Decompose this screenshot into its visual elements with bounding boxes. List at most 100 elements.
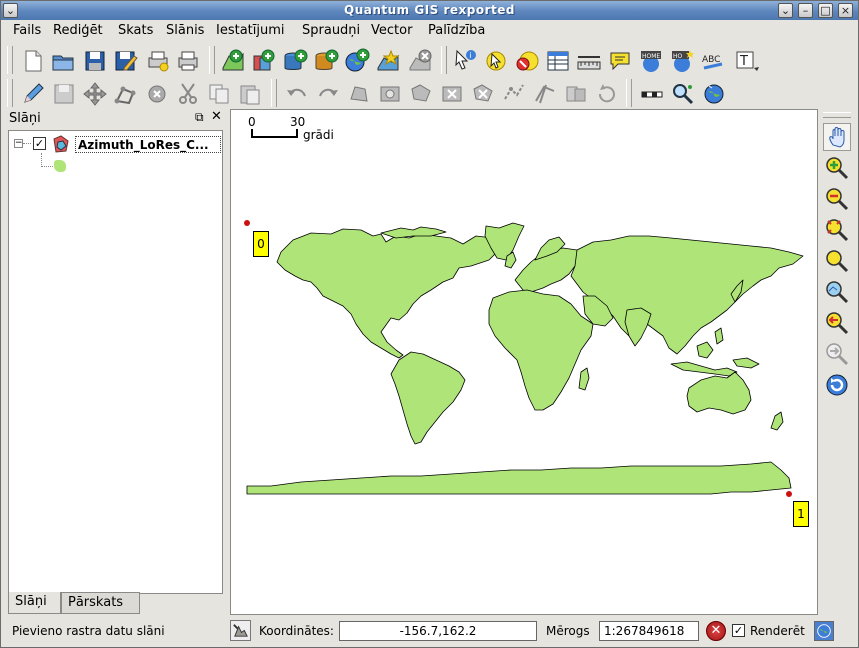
render-checkbox[interactable]: ✓: [732, 624, 745, 637]
menu-slanis[interactable]: Slānis: [166, 23, 204, 38]
capture-coords-icon[interactable]: [230, 620, 251, 641]
redo-icon[interactable]: [314, 80, 342, 108]
toolbar-grip[interactable]: [209, 46, 215, 74]
snapping-tool-icon[interactable]: [669, 80, 697, 108]
attribute-table-icon[interactable]: [544, 47, 572, 75]
zoom-in-icon[interactable]: [823, 154, 851, 182]
text-annotation-icon[interactable]: T: [733, 47, 761, 75]
collapse-toggle-icon[interactable]: −: [14, 139, 23, 148]
close-panel-icon[interactable]: ✕: [211, 109, 222, 124]
scale-field[interactable]: 1:267849618: [599, 621, 699, 641]
toolbar-grip[interactable]: [823, 112, 851, 118]
panel-tab-bar: Slāņi Pārskats: [8, 592, 223, 616]
add-vector-layer-icon[interactable]: [219, 47, 247, 75]
print-icon[interactable]: [174, 47, 202, 75]
add-part-icon[interactable]: [407, 80, 435, 108]
status-bar: Pievieno rastra datu slāni Koordinātes: …: [1, 618, 858, 647]
menu-skats[interactable]: Skats: [118, 23, 153, 38]
tree-connector: [41, 166, 53, 167]
pan-icon[interactable]: [823, 123, 851, 151]
toolbar-grip[interactable]: [441, 46, 447, 74]
coords-field[interactable]: -156.7,162.2: [339, 621, 537, 641]
antarctica: [246, 461, 792, 495]
asia: [570, 235, 804, 355]
select-features-icon[interactable]: [482, 47, 510, 75]
measure-line-icon[interactable]: [575, 47, 603, 75]
delete-selected-icon[interactable]: [143, 80, 171, 108]
cut-features-icon[interactable]: [174, 80, 202, 108]
identify-icon[interactable]: i: [451, 47, 479, 75]
map-tips-icon[interactable]: [606, 47, 634, 75]
close-button[interactable]: ×: [838, 3, 853, 18]
tab-slani[interactable]: Slāņi: [8, 592, 61, 614]
new-vector-layer-icon[interactable]: [374, 47, 402, 75]
move-feature-icon[interactable]: [81, 80, 109, 108]
toolbar-grip[interactable]: [626, 79, 632, 107]
map-canvas[interactable]: 0 30 grādi 0 1: [230, 109, 818, 615]
menu-spraudni[interactable]: Spraudņi: [302, 23, 360, 38]
home-icon[interactable]: HOME: [637, 47, 665, 75]
add-raster-layer-icon[interactable]: [250, 47, 278, 75]
refresh-icon[interactable]: [823, 371, 851, 399]
delete-ring-icon[interactable]: [438, 80, 466, 108]
projection-icon[interactable]: [814, 621, 834, 641]
label-abc-icon[interactable]: ABC: [699, 47, 727, 75]
madagascar: [578, 367, 590, 391]
add-ring-icon[interactable]: [376, 80, 404, 108]
save-as-icon[interactable]: [111, 47, 139, 75]
rotate-label-icon[interactable]: [593, 80, 621, 108]
minimize-button[interactable]: ⌄: [778, 3, 793, 18]
undo-icon[interactable]: [283, 80, 311, 108]
new-project-icon[interactable]: [19, 47, 47, 75]
split-features-icon[interactable]: [531, 80, 559, 108]
print-composer-icon[interactable]: [144, 47, 172, 75]
tab-parskats[interactable]: Pārskats: [61, 592, 140, 614]
merge-features-icon[interactable]: [562, 80, 590, 108]
menu-fails[interactable]: Fails: [13, 23, 41, 38]
georeference-icon[interactable]: [700, 80, 728, 108]
float-panel-icon[interactable]: ⧉: [195, 110, 204, 125]
add-wms-layer-icon[interactable]: [343, 47, 371, 75]
delete-part-icon[interactable]: [469, 80, 497, 108]
help-button[interactable]: –: [798, 3, 813, 18]
toolbar-grip[interactable]: [7, 79, 13, 107]
coords-label: Koordinātes:: [259, 624, 334, 638]
toolbar-grip[interactable]: [7, 46, 13, 74]
toolbar-grip[interactable]: [271, 79, 277, 107]
stop-render-icon[interactable]: ✕: [706, 621, 726, 641]
paste-features-icon[interactable]: [236, 80, 264, 108]
world-map: [246, 222, 804, 495]
node-tool-icon[interactable]: [112, 80, 140, 108]
layer-visibility-checkbox[interactable]: ✓: [33, 137, 46, 150]
home-new-icon[interactable]: HO: [668, 47, 696, 75]
window-title: Quantum GIS rexported: [344, 3, 515, 17]
menu-palidziba[interactable]: Palīdzība: [428, 23, 485, 38]
toggle-editing-icon[interactable]: [19, 80, 47, 108]
reshape-feature-icon[interactable]: [500, 80, 528, 108]
add-spatialite-layer-icon[interactable]: [312, 47, 340, 75]
layer-symbol-swatch: [54, 160, 66, 172]
layer-name[interactable]: Azimuth_LoRes_C...: [75, 136, 221, 153]
zoom-to-layer-icon[interactable]: [823, 278, 851, 306]
add-postgis-layer-icon[interactable]: [281, 47, 309, 75]
menu-iestatijumi[interactable]: Iestatījumi: [216, 23, 285, 38]
render-label: Renderēt: [750, 624, 805, 638]
remove-layer-icon[interactable]: [406, 47, 434, 75]
open-project-icon[interactable]: [49, 47, 77, 75]
scalebar-tool-icon[interactable]: [638, 80, 666, 108]
menu-redigat[interactable]: Rediģēt: [53, 23, 103, 38]
svg-text:HOME: HOME: [642, 53, 660, 60]
save-icon[interactable]: [81, 47, 109, 75]
main-window: ⌄ Quantum GIS rexported ⌄ – □ × Fails Re…: [0, 0, 859, 648]
zoom-full-icon[interactable]: [823, 216, 851, 244]
zoom-to-selection-icon[interactable]: [823, 247, 851, 275]
deselect-features-icon[interactable]: [513, 47, 541, 75]
save-edits-icon[interactable]: [50, 80, 78, 108]
menu-vector[interactable]: Vector: [371, 23, 412, 38]
zoom-next-icon[interactable]: [823, 340, 851, 368]
simplify-feature-icon[interactable]: [345, 80, 373, 108]
zoom-out-icon[interactable]: [823, 185, 851, 213]
copy-features-icon[interactable]: [205, 80, 233, 108]
maximize-button[interactable]: □: [818, 3, 833, 18]
zoom-last-icon[interactable]: [823, 309, 851, 337]
